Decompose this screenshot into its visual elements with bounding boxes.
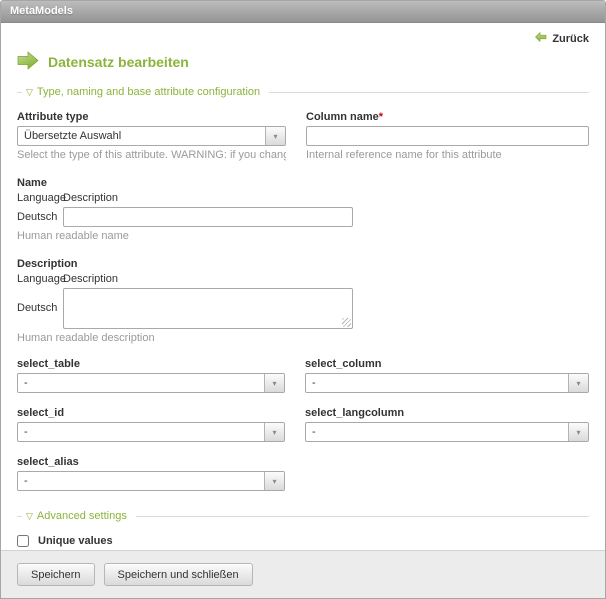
back-arrow-icon [535, 32, 547, 45]
edit-form: Zurück Datensatz bearbeiten ▽ Type, nami [1, 23, 605, 562]
name-field: Name Language Description Deutsch Human … [17, 177, 589, 242]
legend-divider [17, 92, 22, 93]
language-value: Deutsch [17, 207, 63, 223]
description-column-header: Description [63, 273, 118, 285]
select-langcolumn-field: select_langcolumn - ▾ [305, 407, 589, 442]
select-column-field: select_column - ▾ [305, 358, 589, 393]
attribute-type-column-name-row: Attribute type Übersetzte Auswahl ▾ Sele… [17, 111, 589, 161]
attribute-type-select[interactable]: Übersetzte Auswahl ▾ [17, 126, 286, 146]
select-column-select[interactable]: - ▾ [305, 373, 589, 393]
name-table-header: Language Description [17, 192, 589, 204]
column-name-label: Column name* [306, 111, 589, 123]
select-alias-label: select_alias [17, 456, 285, 468]
legend-divider [17, 516, 22, 517]
select-langcolumn-label: select_langcolumn [305, 407, 589, 419]
chevron-down-icon: ▾ [273, 477, 277, 486]
section-base-legend-label: Type, naming and base attribute configur… [37, 86, 260, 98]
section-advanced-legend-label: Advanced settings [37, 510, 127, 522]
description-textarea[interactable] [63, 288, 353, 329]
chevron-down-icon: ▾ [576, 379, 580, 388]
back-row: Zurück [17, 32, 589, 48]
attribute-type-value: Übersetzte Auswahl [18, 127, 265, 145]
select-column-value: - [306, 374, 568, 392]
unique-values-checkbox[interactable] [17, 535, 29, 547]
column-name-field: Column name* Internal reference name for… [306, 111, 589, 161]
name-help: Human readable name [17, 230, 589, 242]
select-table-value: - [18, 374, 264, 392]
column-name-input[interactable] [306, 126, 589, 146]
language-column-header: Language [17, 192, 63, 204]
page-title: Datensatz bearbeiten [48, 54, 189, 70]
back-link[interactable]: Zurück [535, 32, 589, 45]
legend-divider [269, 92, 589, 93]
select-id-select[interactable]: - ▾ [17, 422, 285, 442]
attribute-type-label: Attribute type [17, 111, 286, 123]
edit-arrow-icon [17, 51, 39, 73]
select-alias-field: select_alias - ▾ [17, 456, 285, 491]
attribute-type-field: Attribute type Übersetzte Auswahl ▾ Sele… [17, 111, 286, 161]
back-link-label: Zurück [552, 33, 589, 45]
dropdown-button[interactable]: ▾ [264, 374, 284, 392]
dropdown-button[interactable]: ▾ [264, 472, 284, 490]
description-textarea-wrap [63, 288, 353, 329]
select-table-field: select_table - ▾ [17, 358, 285, 393]
select-id-label: select_id [17, 407, 285, 419]
select-alias-row: select_alias - ▾ [17, 456, 589, 491]
column-name-help: Internal reference name for this attribu… [306, 149, 589, 161]
language-value: Deutsch [17, 288, 63, 314]
name-table-row: Deutsch [17, 207, 589, 227]
select-langcolumn-value: - [306, 423, 568, 441]
empty-cell [305, 456, 589, 491]
select-table-label: select_table [17, 358, 285, 370]
required-marker: * [379, 111, 383, 123]
select-id-field: select_id - ▾ [17, 407, 285, 442]
description-column-header: Description [63, 192, 118, 204]
select-alias-value: - [18, 472, 264, 490]
select-table-select[interactable]: - ▾ [17, 373, 285, 393]
select-table-column-row: select_table - ▾ select_column - ▾ [17, 358, 589, 393]
dropdown-button[interactable]: ▾ [568, 423, 588, 441]
unique-values-label: Unique values [38, 535, 113, 547]
unique-values-row: Unique values [17, 535, 589, 547]
description-table-header: Language Description [17, 273, 589, 285]
section-base-legend[interactable]: ▽ Type, naming and base attribute config… [17, 86, 589, 98]
select-id-value: - [18, 423, 264, 441]
description-table-row: Deutsch [17, 288, 589, 329]
chevron-down-icon: ▾ [273, 379, 277, 388]
page-title-row: Datensatz bearbeiten [17, 51, 589, 73]
legend-divider [136, 516, 589, 517]
dropdown-button[interactable]: ▾ [568, 374, 588, 392]
dropdown-button[interactable]: ▾ [264, 423, 284, 441]
collapse-triangle-icon: ▽ [26, 511, 33, 521]
collapse-triangle-icon: ▽ [26, 87, 33, 97]
name-label: Name [17, 177, 589, 189]
metamodels-window: MetaModels Zurück [0, 0, 606, 599]
attribute-type-help: Select the type of this attribute. WARNI… [17, 149, 286, 161]
dropdown-button[interactable]: ▾ [265, 127, 285, 145]
select-id-langcolumn-row: select_id - ▾ select_langcolumn - ▾ [17, 407, 589, 442]
select-langcolumn-select[interactable]: - ▾ [305, 422, 589, 442]
description-help: Human readable description [17, 332, 589, 344]
select-alias-select[interactable]: - ▾ [17, 471, 285, 491]
chevron-down-icon: ▾ [273, 428, 277, 437]
description-label: Description [17, 258, 589, 270]
language-column-header: Language [17, 273, 63, 285]
window-title: MetaModels [1, 1, 605, 23]
column-name-label-text: Column name [306, 111, 379, 123]
save-and-close-button[interactable]: Speichern und schließen [104, 563, 253, 586]
save-button[interactable]: Speichern [17, 563, 95, 586]
section-advanced-legend[interactable]: ▽ Advanced settings [17, 510, 589, 522]
chevron-down-icon: ▾ [576, 428, 580, 437]
form-footer: Speichern Speichern und schließen [1, 550, 605, 598]
name-input[interactable] [63, 207, 353, 227]
description-field: Description Language Description Deutsch… [17, 258, 589, 344]
select-column-label: select_column [305, 358, 589, 370]
chevron-down-icon: ▾ [273, 132, 277, 141]
